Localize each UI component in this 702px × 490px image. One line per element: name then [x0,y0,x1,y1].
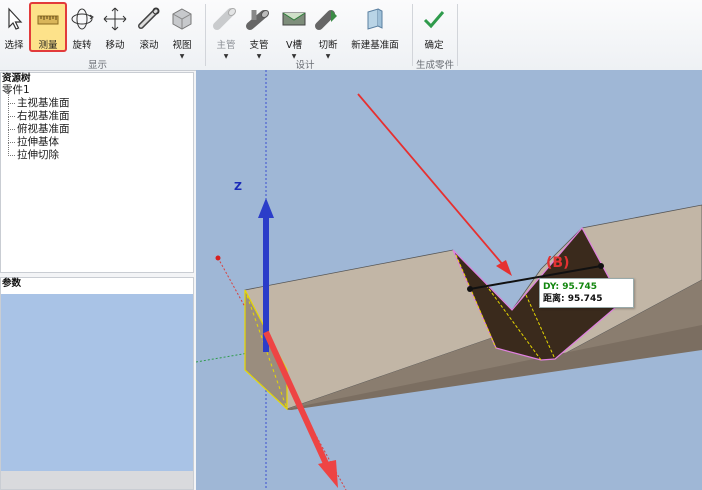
check-icon [423,11,445,29]
resource-tree-title: 资源树 [2,73,31,84]
scroll-tool-button[interactable]: 滚动 [135,4,163,52]
resource-tree-panel: 资源树 零件1 主视基准面 右视基准面 俯视基准面 拉伸基体 拉伸切除 [0,72,194,273]
tree-root-part[interactable]: 零件1 [1,84,193,97]
cut-icon [315,10,337,30]
measure-point-a[interactable] [467,286,473,292]
confirm-button[interactable]: 确定 [420,4,448,52]
rotate-icon [71,8,94,30]
branch-pipe-tool-label: 支管 [249,40,269,51]
rotate-tool-label: 旋转 [72,40,92,51]
tree-item-extrude-cut[interactable]: 拉伸切除 [1,142,193,162]
tree-item-extrude-base[interactable]: 拉伸基体 [1,129,193,149]
design-group-label: 设计 [295,60,315,71]
view-dropdown-caret-icon: ▼ [179,53,185,60]
cursor-icon [8,7,23,30]
x-axis-arrowhead [318,460,338,488]
move-tool-button[interactable]: 移动 [101,4,129,52]
main-pipe-tool-button[interactable]: 主管 ▼ [212,4,240,60]
parameters-title: 参数 [2,278,22,289]
v-groove-tool-button[interactable]: V槽 ▼ [280,4,308,60]
measurement-tooltip: DY: 95.745 距离: 95.745 [539,278,634,308]
confirm-label: 确定 [424,40,444,51]
tree-item-front-plane[interactable]: 主视基准面 [1,90,193,110]
select-tool-label: 选择 [4,40,24,51]
view-tool-button[interactable]: 视图 ▼ [168,4,196,60]
select-tool-button[interactable]: 选择 [1,4,27,52]
ruler-icon [37,15,59,25]
tree-item-right-plane[interactable]: 右视基准面 [1,103,193,123]
z-axis-label: Z [234,180,242,193]
ribbon-toolbar: 选择 测量 旋转 移动 滚动 视图 ▼ 主管 ▼ 支管 ▼ V槽 ▼ 切断 ▼ … [0,0,702,71]
view-tool-label: 视图 [172,40,192,51]
cube-icon [172,8,192,30]
distance-value: 距离: 95.745 [543,294,603,304]
z-axis-arrowhead [258,198,274,218]
branch-pipe-icon [246,9,270,30]
display-group-label: 显示 [87,60,107,71]
annotation-arrow [357,93,505,267]
cut-tool-button[interactable]: 切断 ▼ [314,4,342,60]
scroll-icon [138,7,160,29]
dy-value: DY: 95.745 [543,282,598,292]
cut-tool-label: 切断 [318,40,338,51]
tree-item-top-plane[interactable]: 俯视基准面 [1,116,193,136]
group-separator [205,4,206,66]
annotation-arrowhead [496,260,512,276]
3d-viewport[interactable]: Z (B) DY: 95.745 距离: 95.745 [196,70,702,490]
scroll-tool-label: 滚动 [139,40,159,51]
move-icon [103,7,127,31]
measure-point-b[interactable] [598,263,604,269]
datum-plane-icon [367,8,383,30]
pipe-icon [213,7,237,30]
axis-origin-point [215,255,221,261]
main-pipe-tool-label: 主管 [216,40,236,51]
generate-group-label: 生成零件 [415,60,454,71]
measure-tool-label: 测量 [38,40,58,51]
v-groove-icon [282,12,306,26]
parameters-body [1,294,193,471]
parameters-panel: 参数 [0,277,194,490]
branch-pipe-tool-button[interactable]: 支管 ▼ [245,4,273,60]
new-datum-plane-button[interactable]: 新建基准面 [348,4,402,52]
move-tool-label: 移动 [105,40,125,51]
measure-point-label: (B) [546,255,570,271]
new-datum-plane-label: 新建基准面 [351,40,399,51]
v-groove-tool-label: V槽 [286,40,302,51]
parameters-footer [1,471,193,489]
measure-tool-button[interactable]: 测量 [29,2,67,52]
rotate-tool-button[interactable]: 旋转 [69,4,95,52]
